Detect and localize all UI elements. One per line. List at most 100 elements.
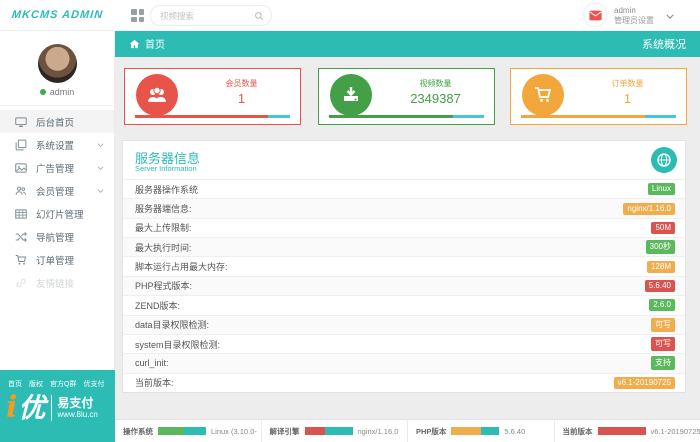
row-label: data目录权限检测: (135, 318, 209, 331)
cart-icon (15, 254, 27, 266)
stat-card-videos: 视频数量 2349387 (318, 68, 495, 125)
footer-logo: i 优 易支付 www.8iu.cn (0, 393, 115, 423)
sidebar-item-ads[interactable]: 广告管理 (0, 156, 114, 179)
sidebar-item-label: 后台首页 (36, 115, 74, 129)
users-icon (15, 185, 27, 197)
status-label: 当前版本 (563, 426, 593, 437)
row-label: system目录权限检测: (135, 338, 220, 351)
status-value: v6.1-20190725 (651, 427, 700, 436)
download-icon (330, 74, 372, 116)
stat-progress (135, 115, 290, 118)
cart-icon (522, 74, 564, 116)
status-progress (598, 427, 646, 435)
chevron-down-icon (666, 14, 674, 19)
stat-value: 1 (195, 91, 288, 106)
panel-subtitle: Server Information (135, 164, 197, 173)
status-badge: 128M (647, 261, 675, 273)
user-menu[interactable]: admin 管理员设置 (614, 3, 694, 29)
table-row: PHP程式版本:5.6.40 (123, 276, 685, 295)
footer-link-home[interactable]: 首页 (8, 379, 22, 389)
table-row: ZEND版本:2.6.0 (123, 295, 685, 314)
table-row: 脚本运行占用最大内存: 128M (123, 256, 685, 275)
status-badge: 支持 (651, 356, 675, 370)
sidebar-item-orders[interactable]: 订单管理 (0, 248, 114, 271)
status-bar: 操作系统 Linux (3.10.0- 解译引擎 nginx/1.16.0 PH… (115, 419, 700, 442)
status-badge: Linux (648, 183, 675, 195)
footer-link-copyright[interactable]: 版权 (29, 379, 43, 389)
brand-logo: MKCMS ADMIN (0, 0, 117, 30)
server-info-table: 服务器操作系统 Linux 服务器端信息:nginx/1.16.0 最大上传限制:… (123, 179, 685, 392)
sidebar-user-name: admin (50, 87, 75, 97)
footer-logo-you: 优 (18, 395, 45, 422)
sidebar-user: admin (0, 87, 114, 106)
row-label: 服务器操作系统 (135, 183, 198, 196)
footer-logo-pay: 易支付 (57, 397, 97, 411)
stat-progress (521, 115, 676, 118)
footer-logo-i: i (6, 393, 17, 423)
sidebar-item-navigation[interactable]: 导航管理 (0, 225, 114, 248)
breadcrumb-home-label: 首页 (145, 36, 165, 51)
table-icon (15, 208, 27, 220)
status-badge: 可写 (651, 337, 675, 351)
desktop-icon (15, 116, 27, 128)
search-input[interactable] (158, 10, 254, 22)
breadcrumb-home[interactable]: 首页 (129, 36, 165, 51)
sidebar-item-label: 友情链接 (36, 276, 74, 290)
row-label: 脚本运行占用最大内存: (135, 260, 228, 273)
stat-label: 会员数量 (195, 78, 288, 89)
sidebar-item-label: 广告管理 (36, 161, 74, 175)
table-row: curl_init: 支持 (123, 353, 685, 372)
status-progress (158, 427, 206, 435)
sidebar-item-slides[interactable]: 幻灯片管理 (0, 202, 114, 225)
stat-card-orders: 订单数量 1 (510, 68, 687, 125)
stat-progress (329, 115, 484, 118)
row-label: PHP程式版本: (135, 279, 192, 292)
status-os: 操作系统 Linux (3.10.0- (115, 420, 261, 442)
row-label: curl_init: (135, 358, 169, 368)
footer-link-qq-group[interactable]: 官方Q群 (50, 379, 76, 389)
topbar: MKCMS ADMIN admin 管理员设置 (0, 0, 700, 31)
stat-label: 视频数量 (389, 78, 482, 89)
online-status-dot (40, 89, 46, 95)
table-row: 当前版本:v6.1-20190725 (123, 373, 685, 392)
status-badge: 50M (651, 222, 675, 234)
sidebar-item-system-settings[interactable]: 系统设置 (0, 133, 114, 156)
apps-grid-icon[interactable] (131, 9, 144, 22)
footer-logo-url: www.8iu.cn (57, 410, 97, 419)
table-row: 服务器端信息:nginx/1.16.0 (123, 198, 685, 217)
status-php: PHP版本 5.6.40 (407, 420, 554, 442)
sidebar-item-dashboard[interactable]: 后台首页 (0, 110, 114, 133)
status-engine: 解译引擎 nginx/1.16.0 (261, 420, 408, 442)
sidebar: admin 后台首页 系统设置 广告管理 会员管理 (0, 30, 115, 370)
sidebar-item-label: 幻灯片管理 (36, 207, 84, 221)
files-icon (15, 139, 27, 151)
sidebar-item-label: 会员管理 (36, 184, 74, 198)
user-name: admin (614, 6, 654, 16)
status-label: PHP版本 (416, 426, 446, 437)
sidebar-item-links[interactable]: 友情链接 (0, 271, 114, 294)
sidebar-item-members[interactable]: 会员管理 (0, 179, 114, 202)
admin-dashboard: MKCMS ADMIN admin 管理员设置 (0, 0, 700, 442)
stat-label: 订单数量 (581, 78, 674, 89)
footer-link-pay[interactable]: 优支付 (83, 379, 104, 389)
search-icon[interactable] (254, 11, 264, 21)
status-version: 当前版本 v6.1-20190725 (554, 420, 700, 442)
table-row: 最大上传限制: 50M (123, 218, 685, 237)
image-icon (15, 162, 27, 174)
sidebar-item-label: 订单管理 (36, 253, 74, 267)
breadcrumb-bar: 首页 系统概况 (115, 30, 700, 57)
mail-button[interactable] (584, 4, 606, 26)
table-row: 最大执行时间:300秒 (123, 237, 685, 256)
status-badge: 可写 (651, 318, 675, 332)
avatar[interactable] (38, 44, 77, 83)
globe-icon[interactable] (651, 147, 677, 173)
shuffle-icon (15, 231, 27, 243)
chevron-down-icon (97, 189, 104, 193)
row-label: 最大上传限制: (135, 221, 192, 234)
user-role: 管理员设置 (614, 16, 654, 26)
row-label: 最大执行时间: (135, 241, 192, 254)
row-label: 服务器端信息: (135, 202, 192, 215)
status-progress (305, 427, 353, 435)
table-row: data目录权限检测: 可写 (123, 315, 685, 334)
status-value: nginx/1.16.0 (358, 427, 399, 436)
